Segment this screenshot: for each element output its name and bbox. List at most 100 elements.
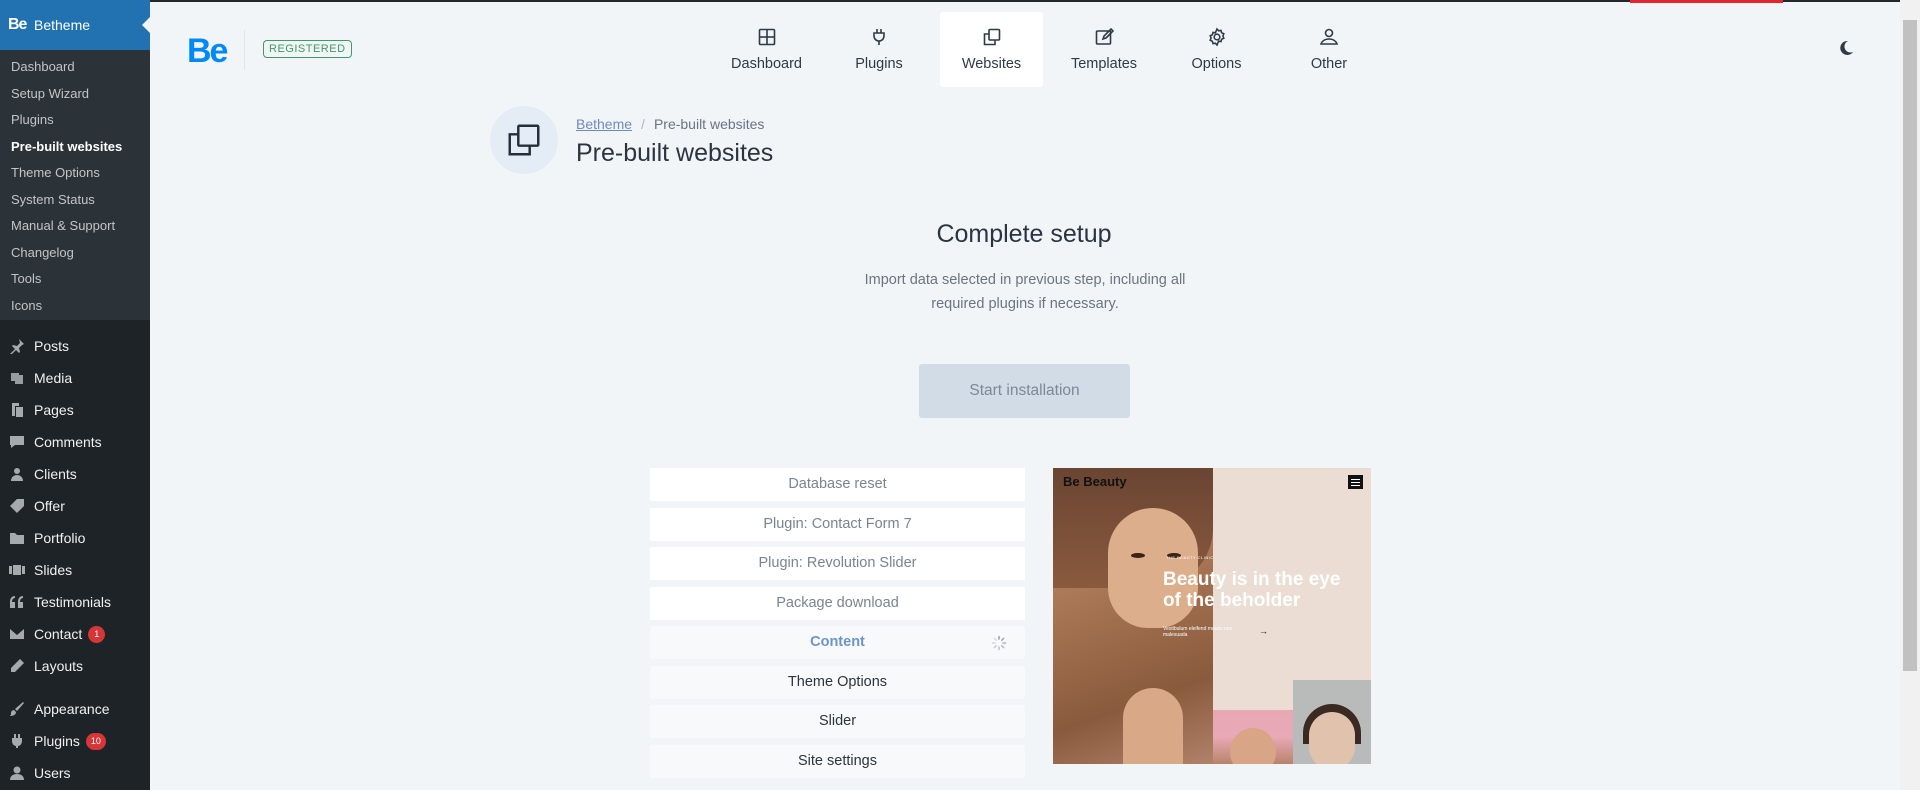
submenu-dashboard[interactable]: Dashboard bbox=[0, 54, 150, 81]
sidebar-item-posts[interactable]: Posts bbox=[0, 330, 150, 362]
sidebar-item-label: Users bbox=[34, 765, 71, 781]
betheme-mini-logo: Be bbox=[8, 16, 27, 33]
logo-divider bbox=[244, 30, 245, 70]
sidebar-item-media[interactable]: Media bbox=[0, 362, 150, 394]
preview-kicker: THE BEAUTY CLINIC bbox=[1166, 555, 1214, 560]
submenu-system-status[interactable]: System Status bbox=[0, 187, 150, 214]
sidebar-item-offer[interactable]: Offer bbox=[0, 490, 150, 522]
mail-icon bbox=[8, 626, 26, 642]
sidebar-item-testimonials[interactable]: Testimonials bbox=[0, 586, 150, 618]
step-content-label: Content bbox=[810, 634, 865, 650]
registered-badge: REGISTERED bbox=[263, 40, 352, 58]
tab-plugins[interactable]: Plugins bbox=[828, 12, 931, 87]
pin-icon bbox=[8, 338, 26, 354]
sidebar-item-clients[interactable]: Clients bbox=[0, 458, 150, 490]
tab-dashboard[interactable]: Dashboard bbox=[715, 12, 818, 87]
betheme-topbar: Be REGISTERED Dashboard Plugins Websites… bbox=[150, 0, 1900, 97]
tab-label: Plugins bbox=[855, 56, 903, 72]
portfolio-icon bbox=[8, 530, 26, 546]
main-nav: Dashboard Plugins Websites Templates Opt… bbox=[715, 12, 1390, 87]
sidebar-item-label: Contact bbox=[34, 626, 83, 642]
tab-label: Dashboard bbox=[731, 56, 802, 72]
submenu-icons[interactable]: Icons bbox=[0, 293, 150, 320]
slides-icon bbox=[8, 562, 26, 578]
clients-icon bbox=[8, 466, 26, 482]
sidebar-item-label: Plugins bbox=[34, 733, 80, 749]
preview-brand: Be Beauty bbox=[1063, 474, 1127, 489]
sidebar-item-label: Slides bbox=[34, 562, 73, 578]
sidebar-item-label: Clients bbox=[34, 466, 77, 482]
step-content: Content bbox=[650, 626, 1025, 659]
sidebar-item-pages[interactable]: Pages bbox=[0, 394, 150, 426]
page-title: Pre-built websites bbox=[576, 139, 774, 167]
brush-icon bbox=[8, 701, 26, 717]
sidebar-header-betheme[interactable]: Be Betheme bbox=[0, 0, 150, 50]
comments-icon bbox=[8, 434, 26, 450]
submenu-setup-wizard[interactable]: Setup Wizard bbox=[0, 81, 150, 108]
user-icon bbox=[8, 765, 26, 781]
sidebar-item-comments[interactable]: Comments bbox=[0, 426, 150, 458]
submenu-pre-built-websites[interactable]: Pre-built websites bbox=[0, 134, 150, 161]
sidebar-item-contact[interactable]: Contact 1 bbox=[0, 618, 150, 650]
admin-bar-accent bbox=[1630, 0, 1783, 3]
sidebar-item-label: Layouts bbox=[34, 658, 84, 674]
sidebar-item-label: Media bbox=[34, 370, 73, 386]
hamburger-menu-icon bbox=[1348, 475, 1363, 489]
preview-subtext: Vestibulum eleifend mauris nec malesuada bbox=[1163, 626, 1233, 638]
menu-separator bbox=[0, 682, 150, 693]
current-menu-caret bbox=[142, 17, 150, 33]
quote-icon bbox=[8, 594, 26, 610]
preview-thumb-2 bbox=[1293, 680, 1371, 764]
submenu-plugins[interactable]: Plugins bbox=[0, 107, 150, 134]
preview-portrait bbox=[1053, 468, 1213, 764]
sidebar-item-label: Posts bbox=[34, 338, 70, 354]
sidebar-header-label: Betheme bbox=[34, 17, 91, 33]
sidebar-item-slides[interactable]: Slides bbox=[0, 554, 150, 586]
plugin-icon bbox=[8, 733, 26, 749]
breadcrumb: Betheme / Pre-built websites bbox=[576, 116, 764, 132]
tab-other[interactable]: Other bbox=[1278, 12, 1381, 87]
moon-icon[interactable] bbox=[1838, 40, 1854, 56]
page-scrollbar[interactable] bbox=[1900, 0, 1920, 790]
setup-description: Import data selected in previous step, i… bbox=[864, 272, 1186, 312]
templates-icon bbox=[1095, 27, 1114, 45]
start-installation-button[interactable]: Start installation bbox=[919, 364, 1130, 418]
tab-options[interactable]: Options bbox=[1165, 12, 1268, 87]
setup-title: Complete setup bbox=[936, 220, 1112, 248]
sidebar-item-label: Appearance bbox=[34, 701, 110, 717]
tab-label: Options bbox=[1191, 56, 1242, 72]
sidebar-item-appearance[interactable]: Appearance bbox=[0, 693, 150, 725]
arrow-right-icon: → bbox=[1259, 626, 1268, 636]
submenu-theme-options[interactable]: Theme Options bbox=[0, 160, 150, 187]
pencil-icon bbox=[8, 658, 26, 674]
sidebar-item-layouts[interactable]: Layouts bbox=[0, 650, 150, 682]
tab-label: Websites bbox=[961, 56, 1022, 72]
breadcrumb-betheme-link[interactable]: Betheme bbox=[576, 116, 632, 132]
scrollbar-thumb[interactable] bbox=[1903, 20, 1917, 671]
sidebar-item-plugins[interactable]: Plugins 10 bbox=[0, 725, 150, 757]
breadcrumb-current: Pre-built websites bbox=[653, 116, 765, 132]
website-preview-image: Be Beauty THE BEAUTY CLINIC Beauty is in… bbox=[1053, 468, 1371, 764]
offer-icon bbox=[8, 498, 26, 514]
sidebar-item-users[interactable]: Users bbox=[0, 757, 150, 789]
step-site-settings: Site settings bbox=[650, 744, 1025, 778]
step-plugin-contact-form-7: Plugin: Contact Form 7 bbox=[650, 507, 1025, 541]
admin-sidebar: Be Betheme Dashboard Setup Wizard Plugin… bbox=[0, 0, 150, 790]
preview-thumb-1 bbox=[1213, 710, 1293, 764]
sidebar-item-label: Testimonials bbox=[34, 594, 112, 610]
tab-label: Other bbox=[1310, 56, 1348, 72]
step-package-download: Package download bbox=[650, 586, 1025, 620]
dashboard-icon bbox=[758, 28, 775, 46]
websites-icon bbox=[983, 28, 1000, 46]
sidebar-item-portfolio[interactable]: Portfolio bbox=[0, 522, 150, 554]
tab-websites[interactable]: Websites bbox=[940, 12, 1043, 87]
preview-headline: Beauty is in the eye of the beholder bbox=[1163, 569, 1341, 611]
betheme-logo[interactable]: Be bbox=[187, 32, 228, 71]
tab-templates[interactable]: Templates bbox=[1053, 12, 1156, 87]
betheme-submenu: Dashboard Setup Wizard Plugins Pre-built… bbox=[0, 50, 150, 320]
step-slider: Slider bbox=[650, 705, 1025, 738]
sidebar-item-label: Portfolio bbox=[34, 530, 86, 546]
submenu-tools[interactable]: Tools bbox=[0, 266, 150, 293]
media-icon bbox=[8, 370, 26, 386]
other-icon bbox=[1319, 28, 1339, 45]
